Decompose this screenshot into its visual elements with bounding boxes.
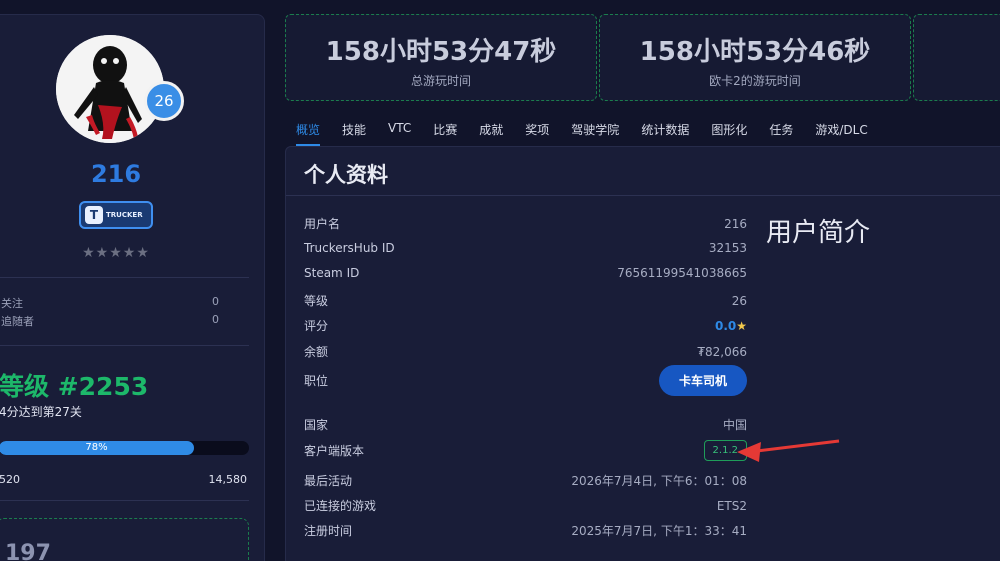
ets2-playtime-label: 欧卡2的游玩时间: [709, 74, 801, 88]
xp-target: 14,580: [208, 473, 248, 486]
last-activity-label: 最后活动: [304, 474, 353, 488]
sidebar-username: 216: [90, 160, 142, 188]
row-level: 等级 26: [304, 292, 747, 309]
followers-label: 追随者: [1, 315, 34, 328]
tab-races[interactable]: 比赛: [433, 121, 457, 146]
tab-skills[interactable]: 技能: [342, 121, 366, 146]
username-label: 用户名: [304, 217, 341, 231]
registered-label: 注册时间: [304, 524, 353, 538]
following-row[interactable]: 关注 0: [1, 295, 219, 311]
total-playtime-label: 总游玩时间: [410, 74, 471, 88]
rating-value-wrap: 0.0★: [715, 319, 747, 333]
avatar-wrap: 26: [56, 35, 184, 143]
row-registered: 注册时间 2025年7月7日, 下午1：33：41: [304, 522, 747, 539]
rank-subtitle: 4分达到第27关: [0, 405, 82, 419]
row-username: 用户名 216: [304, 215, 747, 232]
profile-sidebar: 26 216 T TRUCKER ★★★★★ 关注 0 追随者 0 等级 #22…: [0, 14, 265, 561]
stat-card-ets2-playtime: 158小时53分46秒 欧卡2的游玩时间: [599, 14, 911, 101]
country-value: 中国: [722, 418, 747, 432]
row-balance: 余额 ₮82,066: [304, 343, 747, 360]
xp-progress-fill: 78%: [0, 441, 194, 455]
tab-statistics[interactable]: 统计数据: [641, 121, 689, 146]
row-hub-id: TruckersHub ID 32153: [304, 241, 747, 255]
ets2-playtime-value: 158小时53分46秒: [639, 37, 871, 67]
hub-id-value: 32153: [708, 241, 747, 255]
row-role: 职位 卡车司机: [304, 365, 747, 396]
row-connected-game: 已连接的游戏 ETS2: [304, 497, 747, 514]
level-label: 等级: [304, 294, 329, 308]
tab-driving-academy[interactable]: 驾驶学院: [571, 121, 619, 146]
connected-game-label: 已连接的游戏: [304, 499, 377, 513]
row-client-version: 客户端版本 2.1.2: [304, 440, 747, 461]
stat-card-total-playtime: 158小时53分47秒 总游玩时间: [285, 14, 597, 101]
row-rating: 评分 0.0★: [304, 317, 747, 334]
stat-card-value: 197: [5, 541, 51, 561]
followers-row[interactable]: 追随者 0: [1, 313, 219, 329]
country-label: 国家: [304, 418, 329, 432]
role-label: 职位: [304, 374, 329, 388]
hub-id-label: TruckersHub ID: [304, 241, 395, 255]
total-playtime-value: 158小时53分47秒: [325, 37, 557, 67]
connected-game-value: ETS2: [716, 498, 747, 513]
tab-jobs[interactable]: 任务: [769, 121, 793, 146]
last-activity-value: 2026年7月4日, 下午6：01：08: [571, 474, 747, 488]
bio-title: 用户简介: [766, 218, 871, 248]
following-count: 0: [212, 295, 219, 308]
divider: [0, 500, 249, 501]
xp-current: 520: [0, 473, 20, 486]
profile-panel: 个人资料 用户名 216 TruckersHub ID 32153 Steam …: [285, 146, 1000, 561]
panel-title: 个人资料: [304, 163, 388, 187]
steam-id-label: Steam ID: [304, 266, 360, 280]
divider: [0, 277, 249, 278]
tab-graphs[interactable]: 图形化: [711, 121, 747, 146]
rank-title: 等级 #2253: [0, 372, 149, 401]
steam-id-value: 76561199541038665: [617, 266, 747, 280]
client-version-label: 客户端版本: [304, 444, 365, 458]
username-value: 216: [724, 216, 747, 231]
row-steam-id: Steam ID 76561199541038665: [304, 266, 747, 280]
level-badge: 26: [144, 81, 184, 121]
badge-text: TRUCKER: [106, 211, 143, 219]
truckershub-logo-icon: T: [85, 206, 103, 224]
balance-value: ₮82,066: [697, 344, 747, 359]
rating-stars: ★★★★★: [82, 245, 150, 261]
stat-card-partial: [913, 14, 1000, 101]
row-country: 国家 中国: [304, 416, 747, 433]
stat-card-bottom: 197: [0, 518, 249, 561]
tab-awards[interactable]: 奖项: [525, 121, 549, 146]
red-arrow-icon: [737, 439, 840, 462]
registered-value: 2025年7月7日, 下午1：33：41: [571, 524, 747, 538]
xp-progress-bar: 78%: [0, 441, 249, 455]
profile-tabs: 概览 技能 VTC 比赛 成就 奖项 驾驶学院 统计数据 图形化 任务 游戏/D…: [296, 121, 890, 146]
rating-value: 0.0: [714, 318, 737, 333]
following-label: 关注: [1, 297, 23, 310]
followers-count: 0: [212, 313, 219, 326]
tab-vtc[interactable]: VTC: [388, 121, 411, 146]
tab-games-dlc[interactable]: 游戏/DLC: [815, 121, 867, 146]
panel-divider: [286, 195, 1000, 196]
tab-achievements[interactable]: 成就: [479, 121, 503, 146]
trucker-badge: T TRUCKER: [79, 201, 153, 229]
balance-label: 余额: [304, 345, 329, 359]
role-button[interactable]: 卡车司机: [658, 365, 747, 396]
row-last-activity: 最后活动 2026年7月4日, 下午6：01：08: [304, 472, 747, 489]
tab-overview[interactable]: 概览: [296, 121, 321, 146]
level-value: 26: [731, 293, 747, 308]
divider: [0, 345, 249, 346]
star-icon: ★: [736, 318, 747, 333]
rating-label: 评分: [304, 319, 329, 333]
